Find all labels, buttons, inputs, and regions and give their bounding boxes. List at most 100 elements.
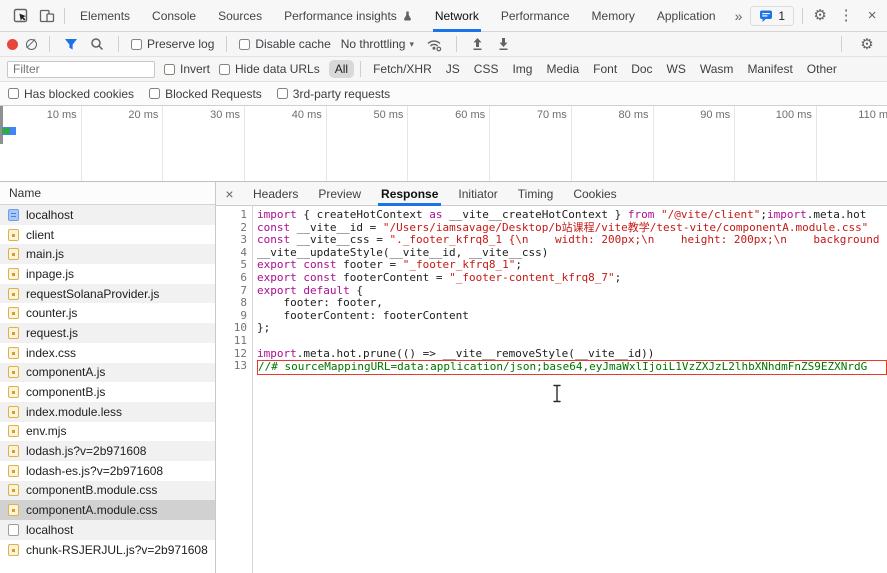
kebab-menu-icon[interactable]: ⋮ <box>833 3 859 29</box>
filter-type-font[interactable]: Font <box>587 60 623 78</box>
request-row-counter-js[interactable]: counter.js <box>0 303 215 323</box>
request-row-localhost[interactable]: localhost <box>0 520 215 540</box>
code-token: __vite__css = <box>290 233 389 246</box>
search-icon[interactable] <box>88 31 106 57</box>
script-file-icon <box>8 229 19 241</box>
preserve-log-checkbox[interactable]: Preserve log <box>131 37 214 51</box>
request-row-lodash-js-v-2b971608[interactable]: lodash.js?v=2b971608 <box>0 441 215 461</box>
requests-list: localhostclientmain.jsinpage.jsrequestSo… <box>0 205 215 573</box>
timeline-tick: 30 ms <box>163 106 245 181</box>
filter-type-ws[interactable]: WS <box>661 60 692 78</box>
3rd-party-requests-checkbox[interactable]: 3rd-party requests <box>277 87 390 101</box>
close-details-icon[interactable]: × <box>216 186 243 202</box>
export-har-icon[interactable] <box>495 31 513 57</box>
tab-network[interactable]: Network <box>424 0 490 32</box>
divider <box>226 36 227 52</box>
filter-type-css[interactable]: CSS <box>468 60 505 78</box>
detail-tab-headers[interactable]: Headers <box>243 182 308 206</box>
throttling-dropdown[interactable]: No throttling ▾ <box>339 37 416 51</box>
request-name: main.js <box>26 247 64 261</box>
network-overview-timeline[interactable]: 10 ms20 ms30 ms40 ms50 ms60 ms70 ms80 ms… <box>0 106 887 182</box>
request-waterfall-bar-segment <box>2 128 10 134</box>
filter-type-fetch-xhr[interactable]: Fetch/XHR <box>367 60 438 78</box>
request-row-env-mjs[interactable]: env.mjs <box>0 422 215 442</box>
requests-name-column-header[interactable]: Name <box>0 182 215 205</box>
filter-type-all[interactable]: All <box>329 60 354 78</box>
tab-console[interactable]: Console <box>141 0 207 32</box>
flask-icon <box>402 10 413 22</box>
document-icon <box>8 524 19 536</box>
request-row-componentb-module-css[interactable]: componentB.module.css <box>0 481 215 501</box>
line-number: 8 <box>216 297 247 310</box>
request-name: index.css <box>26 346 76 360</box>
request-row-componentb-js[interactable]: componentB.js <box>0 382 215 402</box>
filter-type-img[interactable]: Img <box>506 60 538 78</box>
network-settings-gear-icon[interactable]: ⚙ <box>854 31 880 57</box>
network-conditions-icon[interactable] <box>424 31 444 57</box>
more-tabs-button[interactable]: » <box>727 8 751 24</box>
filter-type-manifest[interactable]: Manifest <box>741 60 798 78</box>
record-button[interactable] <box>7 39 18 50</box>
code-token: "_footer_kfrq8_1" <box>403 258 516 271</box>
tab-sources[interactable]: Sources <box>207 0 273 32</box>
code-token: export <box>257 284 297 297</box>
filter-input[interactable] <box>7 61 155 78</box>
detail-tab-initiator[interactable]: Initiator <box>448 182 507 206</box>
request-row-lodash-es-js-v-2b971608[interactable]: lodash-es.js?v=2b971608 <box>0 461 215 481</box>
timeline-edge-handle <box>0 106 3 144</box>
request-row-componenta-js[interactable]: componentA.js <box>0 363 215 383</box>
request-row-componenta-module-css[interactable]: componentA.module.css <box>0 500 215 520</box>
script-file-icon <box>8 248 19 260</box>
tab-label: Performance <box>501 9 570 23</box>
request-row-main-js[interactable]: main.js <box>0 244 215 264</box>
request-row-inpage-js[interactable]: inpage.js <box>0 264 215 284</box>
filter-funnel-icon[interactable] <box>62 31 80 57</box>
issues-button[interactable]: 1 <box>750 6 794 26</box>
tab-elements[interactable]: Elements <box>69 0 141 32</box>
filter-type-js[interactable]: JS <box>440 60 466 78</box>
detail-tab-response[interactable]: Response <box>371 182 448 206</box>
invert-checkbox[interactable]: Invert <box>164 62 210 76</box>
inspect-element-button[interactable] <box>8 3 34 29</box>
timeline-tick: 10 ms <box>0 106 82 181</box>
line-number-gutter: 12345678910111213 <box>216 206 253 573</box>
preserve-log-label: Preserve log <box>147 37 214 51</box>
hide-data-urls-checkbox[interactable]: Hide data URLs <box>219 62 320 76</box>
request-row-chunk-rsjerjul-js-v-2b971608[interactable]: chunk-RSJERJUL.js?v=2b971608 <box>0 540 215 560</box>
tab-memory[interactable]: Memory <box>581 0 646 32</box>
import-har-icon[interactable] <box>469 31 487 57</box>
has-blocked-cookies-checkbox[interactable]: Has blocked cookies <box>8 87 134 101</box>
tab-performance[interactable]: Performance <box>490 0 581 32</box>
tab-performance-insights[interactable]: Performance insights <box>273 0 424 32</box>
request-row-index-css[interactable]: index.css <box>0 343 215 363</box>
blocked-requests-checkbox[interactable]: Blocked Requests <box>149 87 262 101</box>
request-name: chunk-RSJERJUL.js?v=2b971608 <box>26 543 208 557</box>
close-devtools-icon[interactable]: × <box>859 3 885 29</box>
filter-type-doc[interactable]: Doc <box>625 60 658 78</box>
code-line: }; <box>257 322 887 335</box>
tab-application[interactable]: Application <box>646 0 727 32</box>
code-token: .meta.hot <box>807 208 867 221</box>
request-row-localhost[interactable]: localhost <box>0 205 215 225</box>
clear-network-log-icon[interactable] <box>26 39 37 50</box>
devtools-top-bar: ElementsConsoleSourcesPerformance insigh… <box>0 0 887 32</box>
request-row-requestsolanaprovider-js[interactable]: requestSolanaProvider.js <box>0 284 215 304</box>
filter-type-media[interactable]: Media <box>540 60 585 78</box>
detail-tab-preview[interactable]: Preview <box>308 182 371 206</box>
code-token: "._footer_kfrq8_1 {\n width: 200px;\n he… <box>389 233 879 246</box>
script-file-icon <box>8 406 19 418</box>
request-row-client[interactable]: client <box>0 225 215 245</box>
filter-type-other[interactable]: Other <box>801 60 843 78</box>
device-toolbar-button[interactable] <box>34 3 60 29</box>
disable-cache-checkbox[interactable]: Disable cache <box>239 37 330 51</box>
checkbox-box <box>277 88 288 99</box>
line-number: 6 <box>216 272 247 285</box>
request-row-index-module-less[interactable]: index.module.less <box>0 402 215 422</box>
checkbox-box <box>239 39 250 50</box>
detail-tab-timing[interactable]: Timing <box>508 182 564 206</box>
detail-tab-cookies[interactable]: Cookies <box>563 182 626 206</box>
timeline-tick: 110 ms <box>817 106 887 181</box>
request-row-request-js[interactable]: request.js <box>0 323 215 343</box>
filter-type-wasm[interactable]: Wasm <box>694 60 740 78</box>
settings-gear-icon[interactable]: ⚙ <box>807 3 833 29</box>
